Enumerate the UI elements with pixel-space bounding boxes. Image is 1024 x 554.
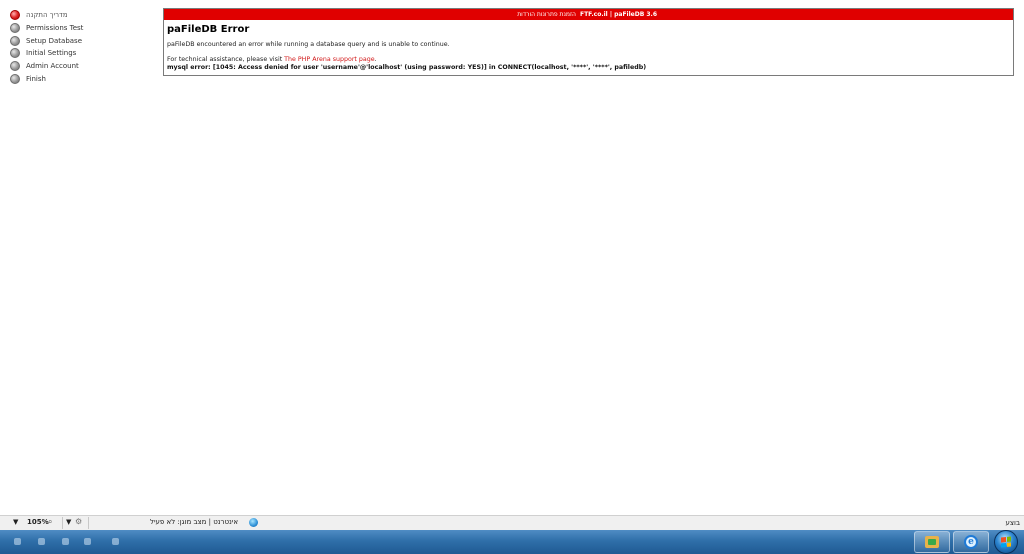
- assistance-line: For technical assistance, please visit T…: [167, 56, 1010, 64]
- step-label: מדריך התקנה: [26, 11, 68, 20]
- step-admin-account[interactable]: Admin Account: [10, 60, 150, 73]
- step-permissions-test[interactable]: Permissions Test: [10, 22, 150, 35]
- step-label: Finish: [26, 74, 46, 83]
- step-bullet-icon: [10, 35, 20, 46]
- step-bullet-icon: [10, 61, 20, 72]
- magnifier-icon[interactable]: ⌕: [48, 517, 52, 527]
- windows-start-icon: [1001, 536, 1011, 548]
- step-install-guide[interactable]: מדריך התקנה: [10, 9, 150, 22]
- windows-taskbar: e: [0, 530, 1024, 554]
- error-message: paFileDB encountered an error while runn…: [167, 41, 450, 48]
- assistance-suffix: .: [374, 56, 377, 63]
- active-step-bullet-icon: [10, 10, 20, 21]
- step-bullet-icon: [10, 23, 20, 34]
- error-panel: הזמנת פתרונות הורדות FTF.co.il | paFileD…: [163, 8, 1014, 76]
- tray-icon[interactable]: [84, 538, 91, 545]
- panel-body: paFileDB Error paFileDB encountered an e…: [164, 20, 1013, 72]
- panel-header-subtitle: הזמנת פתרונות הורדות: [517, 11, 576, 18]
- step-finish[interactable]: Finish: [10, 72, 150, 85]
- security-zone-text[interactable]: אינטרנט | מצב מוגן: לא פעיל: [150, 518, 238, 526]
- tray-icon[interactable]: [38, 538, 45, 545]
- feedback-app-icon: [925, 536, 939, 548]
- panel-header-brand: FTF.co.il | paFileDB 3.6: [579, 11, 657, 18]
- start-button[interactable]: [994, 530, 1018, 554]
- browser-status-bar: ▼ 105% ⌕ ▼ ⚙ אינטרנט | מצב מוגן: לא פעיל…: [0, 515, 1024, 530]
- page-status-text: בוצע: [1005, 519, 1021, 527]
- install-steps-nav: מדריך התקנה Permissions Test Setup Datab…: [10, 9, 150, 85]
- tray-icon[interactable]: [14, 538, 21, 545]
- taskbar-app-button[interactable]: [914, 531, 950, 553]
- tray-icon[interactable]: [62, 538, 69, 545]
- status-separator: [88, 517, 89, 529]
- system-tray: [0, 530, 140, 554]
- step-initial-settings[interactable]: Initial Settings: [10, 47, 150, 60]
- step-bullet-icon: [10, 73, 20, 84]
- internet-explorer-icon: e: [964, 535, 978, 549]
- zoom-dropdown-arrow-icon[interactable]: ▼: [13, 518, 18, 526]
- tray-icon[interactable]: [112, 538, 119, 545]
- protected-dropdown-arrow-icon[interactable]: ▼: [66, 518, 71, 526]
- step-label: Permissions Test: [26, 24, 84, 33]
- step-label: Initial Settings: [26, 49, 77, 58]
- globe-icon: [249, 518, 258, 527]
- status-separator: [62, 517, 63, 529]
- step-bullet-icon: [10, 48, 20, 59]
- browser-page: מדריך התקנה Permissions Test Setup Datab…: [0, 0, 1024, 554]
- panel-header-bar: הזמנת פתרונות הורדות FTF.co.il | paFileD…: [164, 9, 1013, 20]
- zoom-level[interactable]: 105%: [27, 518, 49, 526]
- taskbar-browser-button[interactable]: e: [953, 531, 989, 553]
- mysql-error-text: mysql error: [1045: Access denied for us…: [167, 64, 647, 71]
- assistance-prefix: For technical assistance, please visit: [167, 56, 285, 63]
- step-setup-database[interactable]: Setup Database: [10, 34, 150, 47]
- step-label: Setup Database: [26, 36, 82, 45]
- error-title: paFileDB Error: [167, 24, 250, 35]
- support-page-link[interactable]: The PHP Arena support page: [284, 56, 374, 63]
- step-label: Admin Account: [26, 62, 79, 71]
- protected-mode-icon[interactable]: ⚙: [75, 517, 82, 526]
